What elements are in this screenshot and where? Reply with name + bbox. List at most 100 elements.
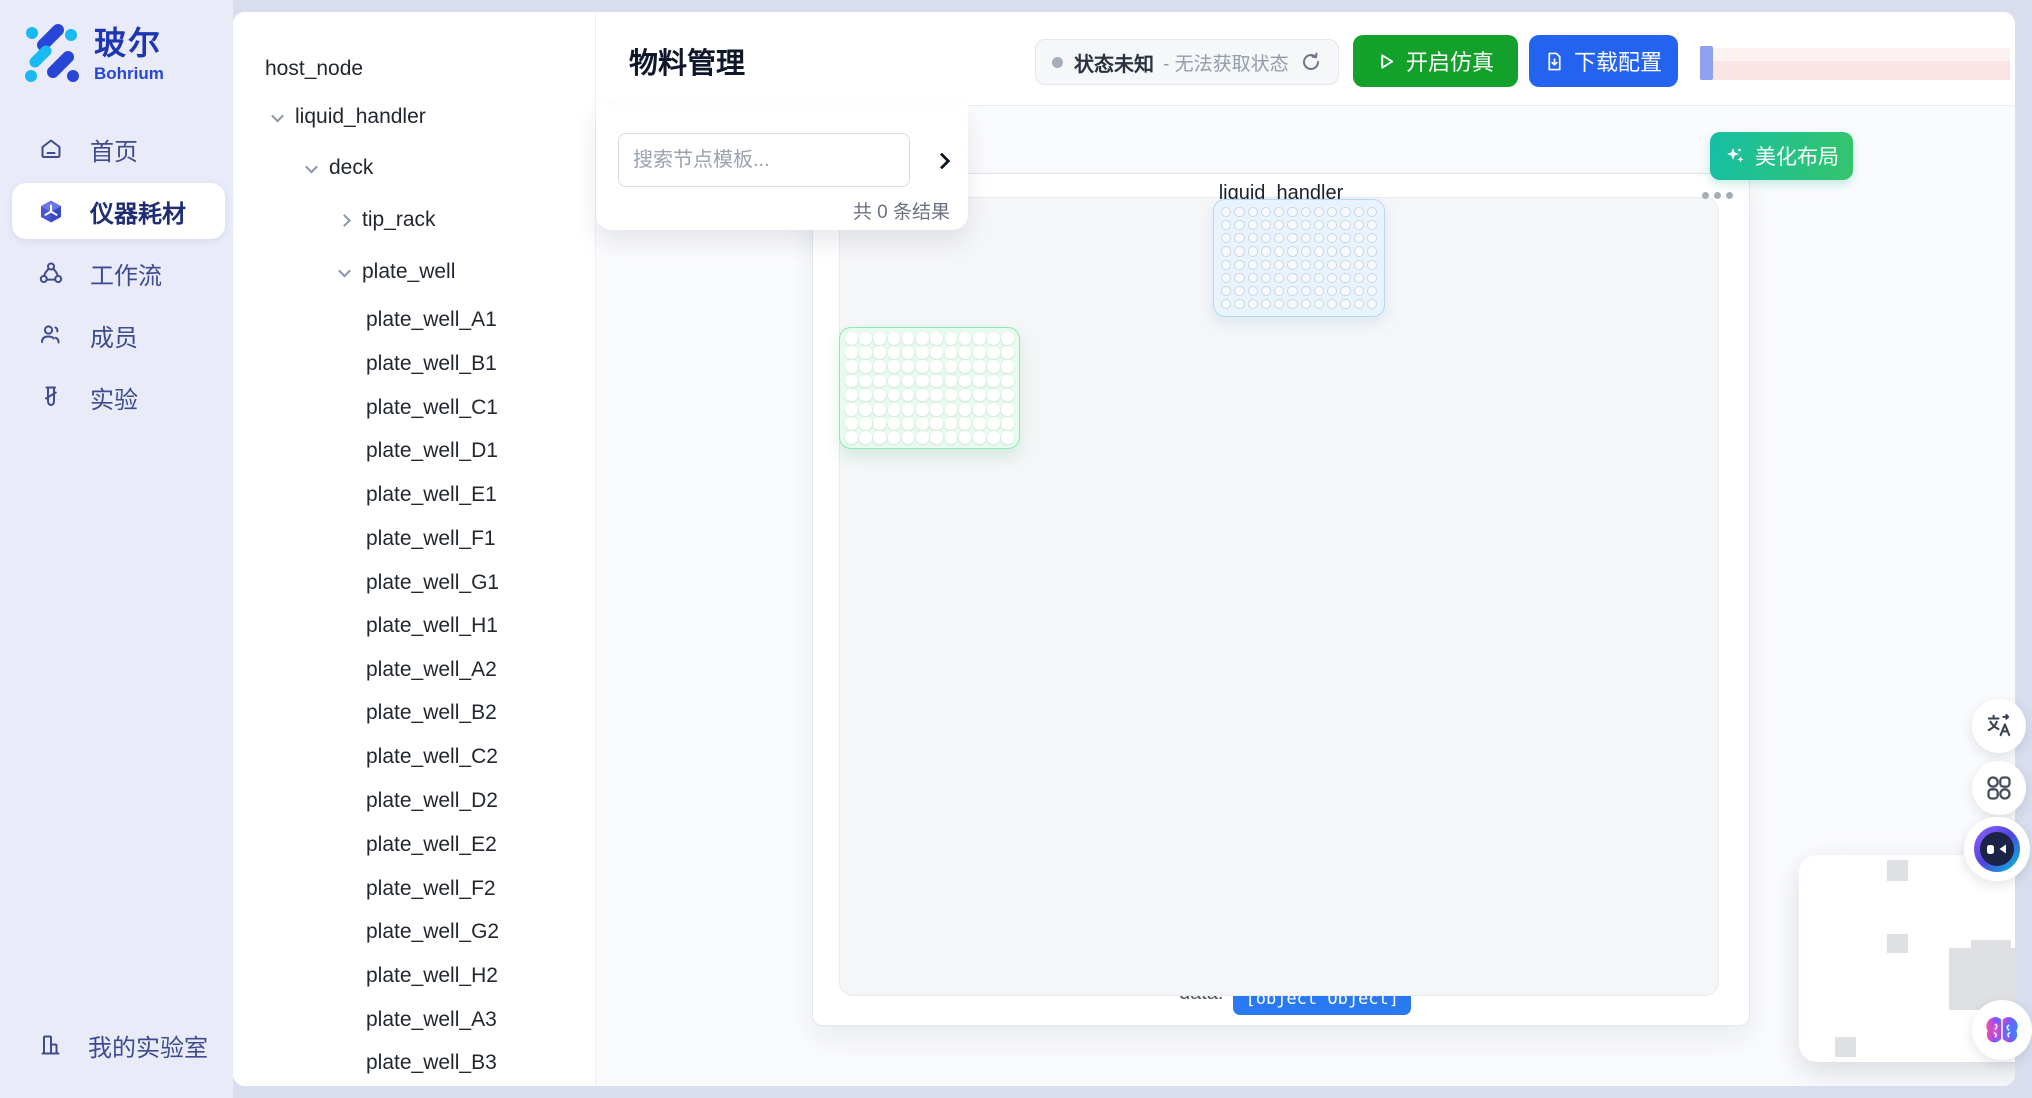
beautify-layout-button[interactable]: 美化布局: [1710, 132, 1853, 180]
sidebar-item-members[interactable]: 成员: [0, 304, 233, 366]
status-dot-icon: [1052, 57, 1063, 68]
tree-item[interactable]: plate_well_F1: [366, 524, 496, 554]
ai-assistant-button[interactable]: [1964, 817, 2030, 881]
well: [916, 403, 929, 416]
well: [1354, 260, 1364, 270]
well: [987, 346, 1000, 359]
download-config-button[interactable]: 下载配置: [1529, 35, 1678, 87]
tree-item[interactable]: plate_well_B2: [366, 698, 497, 728]
well: [873, 403, 886, 416]
well: [973, 431, 986, 444]
minimap-node: [1835, 1037, 1856, 1057]
well: [1327, 260, 1337, 270]
well: [1261, 207, 1271, 217]
well: [873, 332, 886, 345]
search-input[interactable]: [618, 133, 910, 187]
well: [1001, 346, 1014, 359]
well: [945, 431, 958, 444]
tree-item[interactable]: tip_rack: [334, 205, 436, 235]
chevron-down-icon[interactable]: [301, 158, 321, 178]
well: [945, 375, 958, 388]
plate-well-plate[interactable]: [839, 327, 1020, 449]
brain-button[interactable]: [1972, 1000, 2032, 1060]
sidebar-item-home[interactable]: 首页: [0, 118, 233, 180]
well: [1301, 299, 1311, 309]
well: [945, 332, 958, 345]
tree-item[interactable]: plate_well_E2: [366, 830, 497, 860]
tree-item[interactable]: plate_well_H2: [366, 961, 498, 991]
tree-item-label: plate_well_B2: [366, 701, 497, 725]
chevron-right-icon[interactable]: [334, 210, 354, 230]
experiment-icon: [38, 384, 64, 410]
flow-canvas[interactable]: 共 0 条结果 美化布局 liquid_handler data: [objec…: [596, 106, 2015, 1086]
well: [1001, 360, 1014, 373]
well: [1367, 207, 1377, 217]
chevron-down-icon[interactable]: [334, 262, 354, 282]
sidebar-item-instruments[interactable]: 仪器耗材: [0, 180, 233, 242]
translate-button[interactable]: [1972, 699, 2026, 753]
well: [1261, 246, 1271, 256]
main-header: 物料管理 状态未知 - 无法获取状态 开启仿真 下载配置: [596, 12, 2015, 105]
well: [1287, 207, 1297, 217]
tree-item-label: plate_well_G1: [366, 571, 499, 595]
sidebar: 玻尔 Bohrium 首页 仪器耗材 工作流: [0, 0, 233, 1098]
tree-item-label: plate_well_A2: [366, 658, 497, 682]
tree-item[interactable]: plate_well_A3: [366, 1005, 497, 1035]
tree-item[interactable]: plate_well: [334, 257, 455, 287]
home-icon: [38, 136, 64, 162]
tree-item[interactable]: plate_well_C2: [366, 742, 498, 772]
tree-item[interactable]: plate_well_A2: [366, 655, 497, 685]
well: [1327, 220, 1337, 230]
sidebar-item-my-lab[interactable]: 我的实验室: [0, 1020, 233, 1070]
chevron-right-icon[interactable]: [928, 147, 956, 175]
well: [1221, 260, 1231, 270]
tree-item[interactable]: plate_well_B1: [366, 349, 497, 379]
refresh-icon[interactable]: [1300, 51, 1322, 73]
well: [1287, 233, 1297, 243]
chevron-down-icon[interactable]: [267, 107, 287, 127]
well: [859, 346, 872, 359]
sidebar-item-experiment[interactable]: 实验: [0, 366, 233, 428]
tree-item[interactable]: plate_well_C1: [366, 393, 498, 423]
workflow-icon: [38, 260, 64, 286]
liquid-handler-node[interactable]: liquid_handler data: [object Object]: [812, 173, 1750, 1026]
apps-grid-button[interactable]: [1972, 761, 2026, 815]
tip-rack-plate[interactable]: [1213, 199, 1385, 317]
brand[interactable]: 玻尔 Bohrium: [22, 24, 164, 84]
well: [1340, 299, 1350, 309]
tree-item[interactable]: plate_well_G1: [366, 568, 499, 598]
well: [1001, 389, 1014, 402]
well: [1340, 286, 1350, 296]
tree-item[interactable]: plate_well_D1: [366, 436, 498, 466]
tree-item-label: plate_well_B1: [366, 352, 497, 376]
tree-item[interactable]: plate_well_F2: [366, 874, 496, 904]
tree-item[interactable]: plate_well_A1: [366, 305, 497, 335]
well: [845, 346, 858, 359]
sidebar-item-label: 成员: [90, 318, 138, 353]
sidebar-item-workflow[interactable]: 工作流: [0, 242, 233, 304]
well: [959, 375, 972, 388]
well: [1274, 233, 1284, 243]
brand-name-zh: 玻尔: [94, 26, 164, 60]
well: [945, 389, 958, 402]
well: [1314, 246, 1324, 256]
tree-item[interactable]: plate_well_E1: [366, 480, 497, 510]
tree-item-label: liquid_handler: [295, 105, 426, 129]
tree-item[interactable]: plate_well_D2: [366, 786, 498, 816]
well: [916, 375, 929, 388]
cube-icon: [38, 198, 64, 224]
tree-item[interactable]: host_node: [265, 54, 363, 84]
well: [888, 346, 901, 359]
tree-item[interactable]: deck: [301, 153, 373, 183]
tree-item[interactable]: plate_well_B3: [366, 1048, 497, 1078]
tree-item[interactable]: liquid_handler: [267, 102, 426, 132]
well: [916, 332, 929, 345]
sidebar-item-label: 实验: [90, 380, 138, 415]
tree-item[interactable]: plate_well_G2: [366, 917, 499, 947]
more-dots-icon[interactable]: [1702, 192, 1733, 199]
tree-item[interactable]: plate_well_H1: [366, 611, 498, 641]
start-simulation-button[interactable]: 开启仿真: [1353, 35, 1518, 87]
well: [1301, 260, 1311, 270]
well: [987, 360, 1000, 373]
sidebar-nav: 首页 仪器耗材 工作流 成员: [0, 118, 233, 428]
